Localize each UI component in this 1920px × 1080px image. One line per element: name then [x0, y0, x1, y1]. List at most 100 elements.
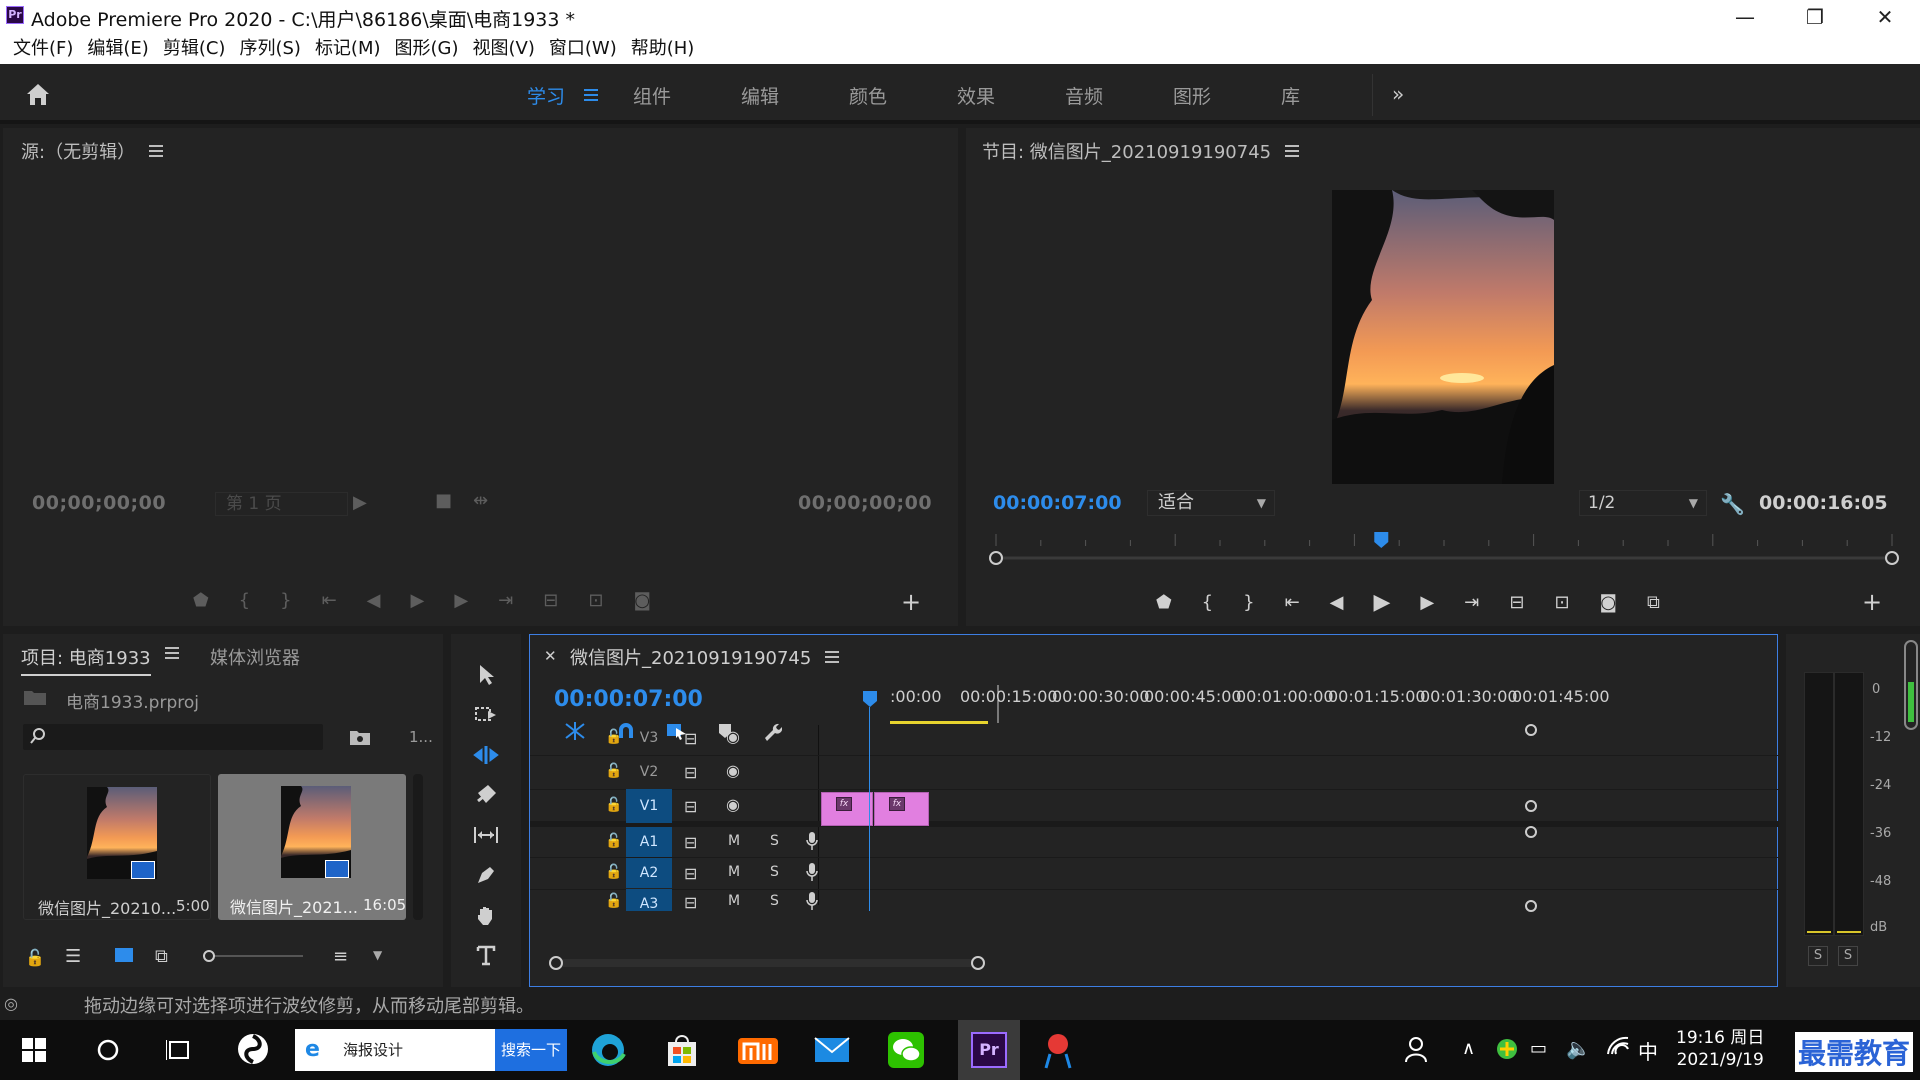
- track-name-v1[interactable]: V1: [626, 789, 672, 823]
- mail-icon[interactable]: [814, 1034, 850, 1066]
- wifi-icon[interactable]: [1606, 1036, 1630, 1058]
- taskbar-premiere-active[interactable]: Pr: [958, 1020, 1020, 1080]
- project-panel-menu-icon[interactable]: [165, 647, 179, 659]
- freeform-view-icon[interactable]: ⧉: [155, 946, 168, 967]
- track-name-a1[interactable]: A1: [626, 827, 672, 857]
- workspace-tab-learn[interactable]: 学习: [527, 82, 565, 109]
- sync-lock-icon[interactable]: ⊟: [684, 833, 697, 852]
- microphone-icon[interactable]: [806, 891, 818, 911]
- source-timecode-in[interactable]: 00;00;00;00: [32, 492, 166, 514]
- program-play-icon[interactable]: ▶: [1374, 590, 1391, 615]
- razor-tool-icon[interactable]: [469, 778, 503, 812]
- taskbar-search-input[interactable]: e 海报设计: [295, 1029, 495, 1071]
- menu-help[interactable]: 帮助(H): [624, 35, 702, 63]
- workspace-tab-editing[interactable]: 编辑: [741, 82, 779, 109]
- battery-icon[interactable]: ▭: [1530, 1038, 1547, 1059]
- sync-lock-icon[interactable]: ⊟: [684, 864, 697, 883]
- close-icon[interactable]: ✕: [544, 647, 557, 665]
- eye-icon[interactable]: ◉: [726, 761, 740, 780]
- program-mark-out-icon[interactable]: }: [1243, 592, 1254, 613]
- cortana-icon[interactable]: [96, 1038, 120, 1062]
- program-export-frame-icon[interactable]: ◙: [1600, 592, 1617, 613]
- eye-icon[interactable]: ◉: [726, 795, 740, 814]
- more-workspaces-button[interactable]: »: [1392, 82, 1404, 106]
- meter-scrollbar[interactable]: [1904, 640, 1918, 730]
- menu-marker[interactable]: 标记(M): [308, 35, 388, 63]
- track-name-a3[interactable]: A3: [626, 889, 672, 911]
- program-video-frame[interactable]: [1332, 190, 1554, 484]
- source-add-button-icon[interactable]: +: [901, 588, 921, 616]
- wechat-icon[interactable]: [888, 1032, 924, 1068]
- workspace-tab-audio[interactable]: 音频: [1065, 82, 1103, 109]
- task-view-icon[interactable]: [166, 1038, 192, 1062]
- program-extract-icon[interactable]: ⊡: [1554, 592, 1569, 613]
- program-go-to-out-icon[interactable]: ⇥: [1464, 592, 1479, 613]
- sync-lock-icon[interactable]: ⊟: [684, 729, 697, 748]
- vertical-zoom-handle[interactable]: [1524, 825, 1538, 839]
- source-panel-menu-icon[interactable]: [149, 145, 164, 157]
- app-swirl-icon[interactable]: [236, 1032, 270, 1066]
- track-select-tool-icon[interactable]: [469, 698, 503, 732]
- taskbar-clock[interactable]: 19:16 周日 2021/9/19: [1676, 1027, 1764, 1071]
- close-button[interactable]: ✕: [1850, 0, 1920, 34]
- taskbar-search-button[interactable]: 搜索一下: [495, 1029, 567, 1071]
- mi-icon[interactable]: [738, 1032, 778, 1068]
- playhead-handle[interactable]: [863, 691, 877, 707]
- list-view-icon[interactable]: ☰: [65, 946, 81, 967]
- project-search-input[interactable]: [23, 724, 323, 750]
- program-add-button-icon[interactable]: +: [1862, 588, 1882, 616]
- timeline-menu-icon[interactable]: [825, 651, 840, 663]
- chevron-down-icon[interactable]: ▼: [373, 948, 382, 962]
- home-icon[interactable]: [24, 81, 52, 107]
- track-name-v2[interactable]: V2: [626, 757, 672, 787]
- lock-icon[interactable]: 🔓: [605, 864, 622, 880]
- ime-indicator[interactable]: 中: [1638, 1036, 1658, 1065]
- sync-lock-icon[interactable]: ⊟: [684, 797, 697, 816]
- workspace-tab-libraries[interactable]: 库: [1281, 82, 1300, 109]
- tab-project[interactable]: 项目: 电商1933: [21, 644, 151, 676]
- lock-icon[interactable]: 🔓: [605, 797, 622, 813]
- volume-icon[interactable]: 🔈: [1566, 1036, 1591, 1060]
- lock-icon[interactable]: 🔓: [605, 763, 622, 779]
- timeline-timecode[interactable]: 00:00:07:00: [554, 687, 703, 712]
- selection-tool-icon[interactable]: [469, 658, 503, 692]
- vertical-zoom-handle[interactable]: [1524, 799, 1538, 813]
- project-item[interactable]: 微信图片_20210... 5:00: [23, 774, 211, 920]
- timeline-ruler[interactable]: :00:00 00:00:15:00 00:00:30:00 00:00:45:…: [890, 681, 1780, 727]
- meter-solo-left-button[interactable]: S: [1808, 946, 1828, 966]
- track-name-a2[interactable]: A2: [626, 858, 672, 888]
- type-tool-icon[interactable]: [469, 938, 503, 972]
- meter-scroll-thumb[interactable]: [1908, 682, 1914, 722]
- project-item-selected[interactable]: 微信图片_2021... 16:05: [218, 774, 406, 920]
- wrench-icon[interactable]: 🔧: [1720, 492, 1745, 516]
- program-panel-menu-icon[interactable]: [1285, 145, 1300, 157]
- lock-icon[interactable]: 🔓: [605, 893, 622, 909]
- menu-edit[interactable]: 编辑(E): [80, 35, 155, 63]
- windows-start-icon[interactable]: [22, 1038, 46, 1062]
- zoom-slider[interactable]: [203, 946, 303, 966]
- timeline-clip[interactable]: fx: [821, 792, 873, 826]
- solo-button[interactable]: S: [770, 864, 779, 880]
- program-add-marker-icon[interactable]: ⬟: [1156, 592, 1172, 613]
- sync-lock-icon[interactable]: ⊟: [684, 893, 697, 911]
- vertical-zoom-handle[interactable]: [1524, 899, 1538, 913]
- program-go-to-in-icon[interactable]: ⇤: [1285, 592, 1300, 613]
- workspace-tab-assembly[interactable]: 组件: [633, 82, 671, 109]
- workspace-menu-icon[interactable]: [584, 89, 598, 101]
- program-step-back-icon[interactable]: ◀: [1330, 592, 1344, 613]
- solo-button[interactable]: S: [770, 833, 779, 849]
- program-mark-in-icon[interactable]: {: [1202, 592, 1213, 613]
- tray-expand-icon[interactable]: ∧: [1462, 1038, 1475, 1059]
- microphone-icon[interactable]: [806, 862, 818, 882]
- new-bin-icon[interactable]: [349, 728, 371, 746]
- people-icon[interactable]: [1404, 1036, 1428, 1062]
- program-fit-select[interactable]: 适合 ▼: [1147, 490, 1275, 516]
- restore-button[interactable]: ❐: [1780, 0, 1850, 34]
- menu-graphics[interactable]: 图形(G): [388, 35, 466, 63]
- minimize-button[interactable]: —: [1710, 0, 1780, 34]
- timeline-horizontal-scrollbar[interactable]: [548, 953, 1528, 973]
- mute-button[interactable]: M: [728, 893, 740, 909]
- program-lift-icon[interactable]: ⊟: [1509, 592, 1524, 613]
- microphone-icon[interactable]: [806, 831, 818, 851]
- track-name-v3[interactable]: V3: [626, 723, 672, 753]
